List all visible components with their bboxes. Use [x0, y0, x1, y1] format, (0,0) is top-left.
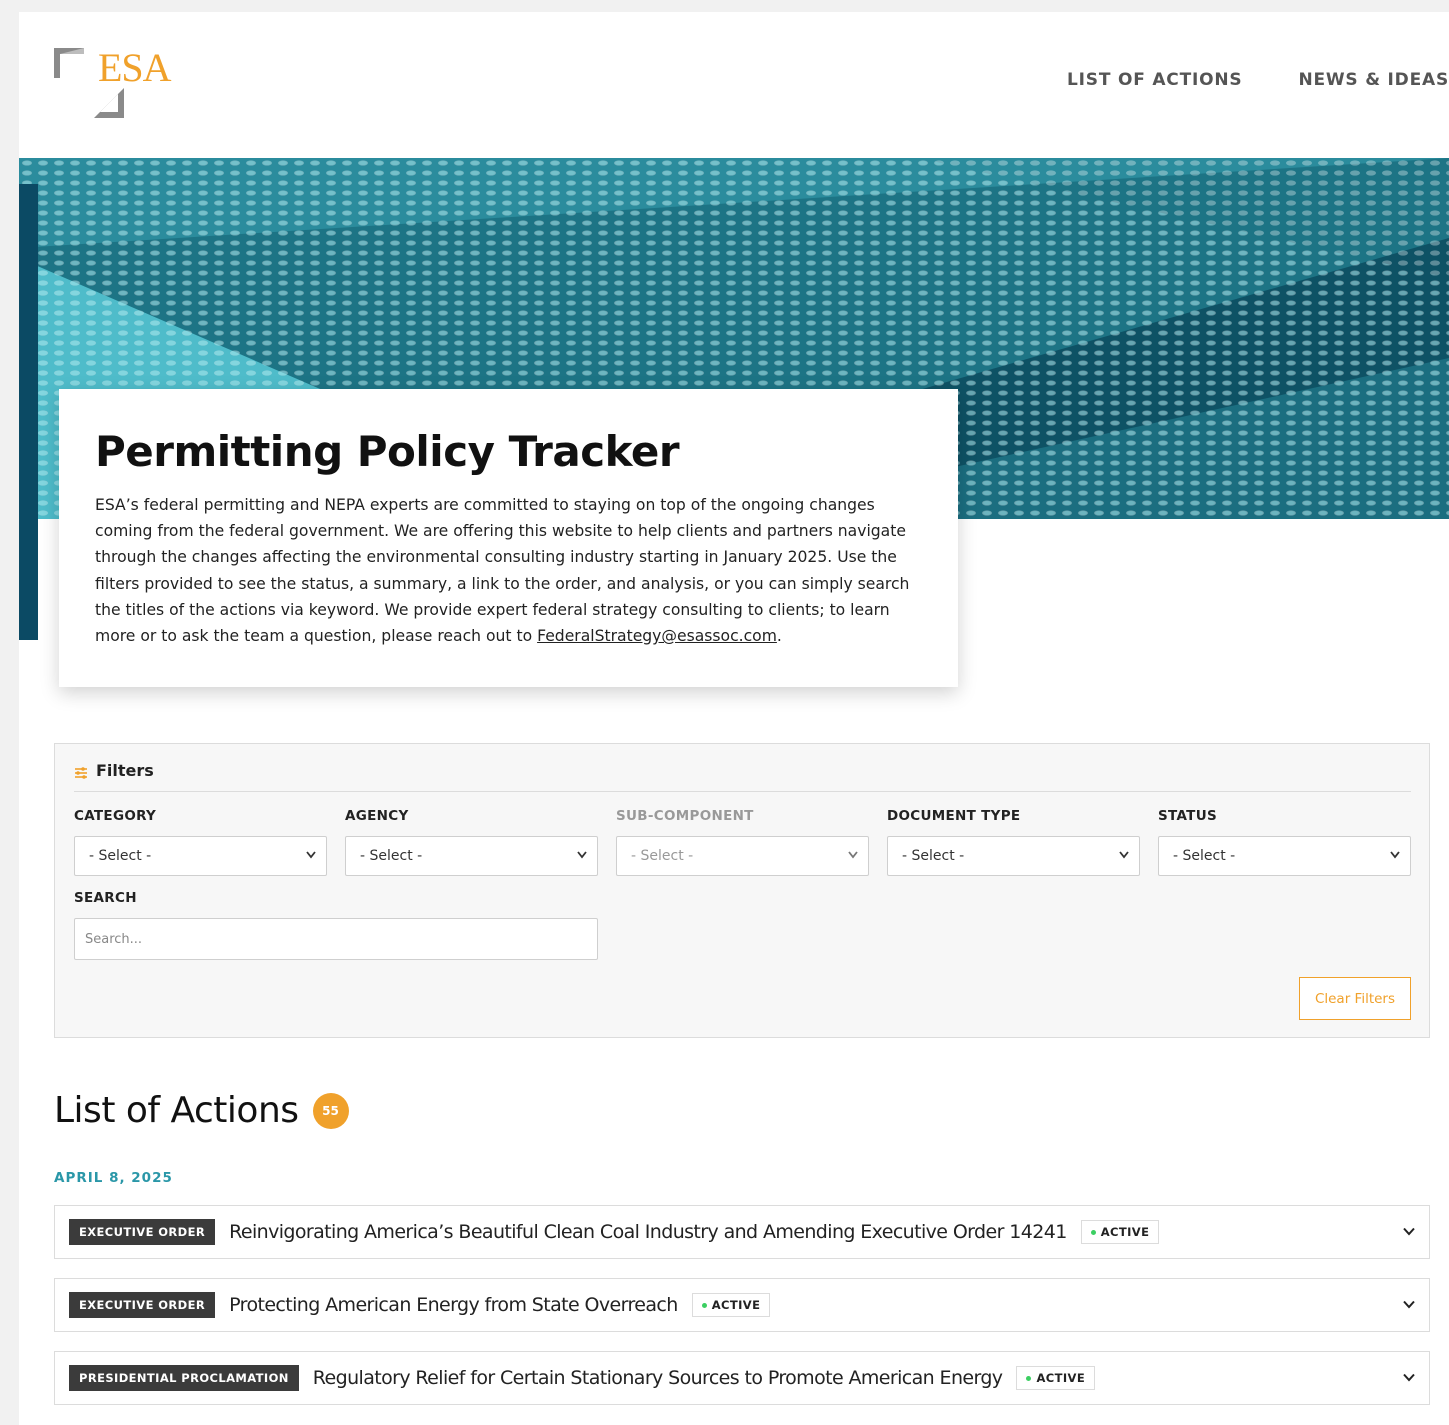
status-badge: ACTIVE — [1080, 1220, 1160, 1244]
category-select[interactable]: - Select - — [74, 836, 327, 876]
sub-component-select[interactable]: - Select - — [616, 836, 869, 876]
chevron-down-icon — [1119, 851, 1129, 859]
search-input[interactable]: Search... — [74, 918, 598, 960]
action-row[interactable]: EXECUTIVE ORDER Reinvigorating America’s… — [54, 1205, 1430, 1259]
chevron-down-icon[interactable] — [1403, 1227, 1415, 1236]
select-value: - Select - — [89, 848, 152, 864]
logo-text: ESA — [98, 45, 172, 90]
chevron-down-icon[interactable] — [1403, 1373, 1415, 1382]
status-dot-icon — [1026, 1375, 1032, 1381]
filter-search: SEARCH Search... — [74, 890, 598, 960]
logo-corner-icon — [94, 88, 124, 118]
count-badge: 55 — [312, 1092, 349, 1129]
date-heading: APRIL 8, 2025 — [54, 1170, 173, 1186]
filter-label: DOCUMENT TYPE — [887, 808, 1021, 824]
select-value: - Select - — [631, 848, 694, 864]
status-select[interactable]: - Select - — [1158, 836, 1411, 876]
action-title: Reinvigorating America’s Beautiful Clean… — [229, 1221, 1067, 1243]
clear-filters-button[interactable]: Clear Filters — [1299, 977, 1411, 1020]
page-title: Permitting Policy Tracker — [95, 427, 680, 476]
filter-sub-component: SUB-COMPONENT - Select - — [616, 808, 869, 876]
nav-item-list-of-actions[interactable]: LIST OF ACTIONS — [1067, 70, 1242, 90]
search-label: SEARCH — [74, 890, 137, 906]
page: ESA LIST OF ACTIONS NEWS & IDEAS Permitt… — [19, 12, 1449, 1425]
main-nav: LIST OF ACTIONS NEWS & IDEAS — [1067, 70, 1449, 90]
chevron-down-icon[interactable] — [1403, 1300, 1415, 1309]
select-value: - Select - — [1173, 848, 1236, 864]
filter-category: CATEGORY - Select - — [74, 808, 327, 876]
chevron-down-icon — [1390, 851, 1400, 859]
intro-card: Permitting Policy Tracker ESA’s federal … — [59, 389, 958, 687]
select-value: - Select - — [902, 848, 965, 864]
agency-select[interactable]: - Select - — [345, 836, 598, 876]
select-value: - Select - — [360, 848, 423, 864]
list-header: List of Actions 55 — [54, 1090, 349, 1131]
status-badge: ACTIVE — [691, 1293, 771, 1317]
type-badge: EXECUTIVE ORDER — [69, 1292, 216, 1318]
filter-label: CATEGORY — [74, 808, 157, 824]
type-badge: EXECUTIVE ORDER — [69, 1219, 216, 1245]
status-dot-icon — [1090, 1229, 1096, 1235]
chevron-down-icon — [848, 851, 858, 859]
type-badge: PRESIDENTIAL PROCLAMATION — [69, 1365, 299, 1391]
status-badge: ACTIVE — [1016, 1366, 1096, 1390]
action-title: Protecting American Energy from State Ov… — [229, 1294, 678, 1316]
filters-heading: Filters — [96, 761, 154, 780]
status-label: ACTIVE — [1036, 1371, 1086, 1385]
chevron-down-icon — [306, 851, 316, 859]
filter-document-type: DOCUMENT TYPE - Select - — [887, 808, 1140, 876]
hero-side-bar — [19, 184, 38, 640]
action-title: Regulatory Relief for Certain Stationary… — [312, 1367, 1003, 1389]
status-dot-icon — [701, 1302, 707, 1308]
chevron-down-icon — [577, 851, 587, 859]
intro-body-end: . — [776, 627, 782, 646]
action-row[interactable]: EXECUTIVE ORDER Protecting American Ener… — [54, 1278, 1430, 1332]
email-link[interactable]: FederalStrategy@esassoc.com — [537, 627, 777, 645]
filters-panel: Filters CATEGORY - Select - AGENCY - Sel… — [54, 743, 1430, 1038]
list-title: List of Actions — [54, 1090, 299, 1131]
nav-item-news-ideas[interactable]: NEWS & IDEAS — [1298, 70, 1449, 90]
filter-label: SUB-COMPONENT — [616, 808, 754, 824]
status-label: ACTIVE — [1100, 1225, 1150, 1239]
filters-header: Filters — [74, 761, 1411, 792]
action-row[interactable]: PRESIDENTIAL PROCLAMATION Regulatory Rel… — [54, 1351, 1430, 1405]
esa-logo[interactable]: ESA — [54, 45, 179, 126]
logo-corner-icon — [54, 48, 84, 78]
filter-label: AGENCY — [345, 808, 409, 824]
intro-body: ESA’s federal permitting and NEPA expert… — [95, 496, 910, 646]
sliders-icon — [75, 767, 87, 779]
filter-agency: AGENCY - Select - — [345, 808, 598, 876]
document-type-select[interactable]: - Select - — [887, 836, 1140, 876]
filter-status: STATUS - Select - — [1158, 808, 1411, 876]
filter-label: STATUS — [1158, 808, 1217, 824]
status-label: ACTIVE — [711, 1298, 761, 1312]
search-placeholder: Search... — [85, 932, 143, 947]
intro-text: ESA’s federal permitting and NEPA expert… — [95, 492, 922, 649]
